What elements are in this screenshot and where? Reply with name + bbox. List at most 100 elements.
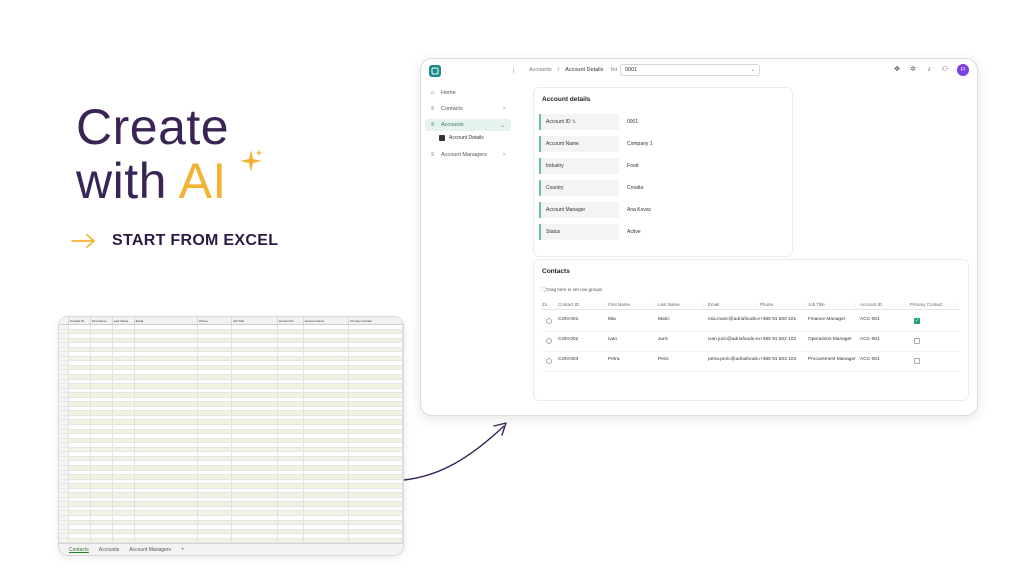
field-value-status: Active (627, 229, 641, 235)
page-icon (439, 135, 445, 141)
column-header-primary-contact[interactable]: Primary Contact (910, 300, 960, 310)
excel-tab-contacts[interactable]: Contacts (69, 547, 89, 553)
table-row[interactable]: CON-003 Petra Peric petra.peric@adriafoo… (542, 352, 960, 372)
row-select-radio[interactable] (542, 332, 558, 351)
hero-line-1: Create (76, 99, 230, 155)
for-label: for (611, 67, 618, 73)
sidebar-item-contacts[interactable]: ≡ Contacts › (425, 103, 511, 115)
puzzle-icon[interactable]: ✥ (893, 66, 901, 74)
cell-phone: +385 91 502 102 (760, 337, 797, 342)
field-value-account-manager: Ana Kovac (627, 207, 652, 213)
breadcrumb-accounts[interactable]: Accounts (529, 67, 552, 73)
excel-thumbnail: Contact ID First Name Last Name Email Phone J… (58, 316, 404, 556)
column-header-phone[interactable]: Phone (760, 300, 808, 310)
sidebar-item-account-details[interactable]: Account Details (439, 133, 509, 143)
field-label-country: Country (539, 180, 619, 196)
sidebar: ⌂ Home ≡ Contacts › ≡ Accounts ⌄ Account… (421, 83, 513, 415)
start-from-excel-link[interactable]: START FROM EXCEL (70, 232, 278, 250)
excel-header-row: Contact ID First Name Last Name Email Phone J… (59, 317, 403, 325)
sidebar-item-account-managers[interactable]: ≡ Account Managers › (425, 149, 511, 161)
field-value-account-id: 0001 (627, 119, 639, 125)
excel-add-sheet-button[interactable]: + (181, 547, 185, 553)
field-label-status: Status (539, 224, 619, 240)
sidebar-item-home[interactable]: ⌂ Home (425, 87, 511, 99)
chevron-right-icon: › (503, 152, 505, 158)
cell-last-name: Peric (658, 357, 669, 362)
cell-account-id: ACC-001 (860, 337, 880, 342)
column-header-job-title[interactable]: Job Title (808, 300, 860, 310)
excel-column-header: Account Name (304, 317, 350, 324)
sidebar-item-label: Account Details (449, 135, 484, 141)
chevron-right-icon: › (503, 106, 505, 112)
excel-column-header: Email (135, 317, 199, 324)
hero-line-2: with AI (76, 154, 229, 208)
excel-column-header: Account ID (278, 317, 304, 324)
row-select-radio[interactable] (542, 312, 558, 331)
cell-primary-contact: ✓ (910, 312, 960, 331)
cell-email: petra.peric@adriafoods.example (708, 357, 760, 362)
primary-contact-checkbox[interactable]: ✓ (914, 318, 920, 324)
column-header-contact-id[interactable]: Contact ID (558, 300, 608, 310)
breadcrumb: Accounts / Account Details (529, 67, 603, 73)
cell-email: mia.maric@adriafoods.example (708, 317, 760, 322)
app-logo-icon[interactable] (429, 65, 441, 77)
table-row[interactable]: CON-001 Mia Maric mia.maric@adriafoods.e… (542, 312, 960, 332)
cell-account-id: ACC-001 (860, 317, 880, 322)
people-icon[interactable]: ⚇ (941, 66, 949, 74)
sidebar-divider: | (513, 68, 515, 74)
chevron-down-icon: ⌄ (499, 122, 505, 129)
excel-column-header: Contact ID (69, 317, 91, 324)
row-select-radio[interactable] (542, 352, 558, 371)
excel-grid: Contact ID First Name Last Name Email Phone J… (59, 317, 403, 543)
list-icon: ≡ (430, 105, 435, 112)
excel-column-header: Primary Contact (349, 317, 403, 324)
column-header-email[interactable]: Email (708, 300, 760, 310)
cta-label: START FROM EXCEL (112, 232, 279, 249)
column-header-last-name[interactable]: Last Name (658, 300, 708, 310)
sidebar-item-label: Account Managers (441, 152, 487, 158)
contacts-title: Contacts (542, 268, 570, 275)
cell-contact-id: CON-003 (558, 357, 579, 362)
column-header-first-name[interactable]: First Name (608, 300, 658, 310)
cell-first-name: Mia (608, 317, 616, 322)
hero-title: Create with AI (76, 100, 229, 208)
cell-contact-id: CON-001 (558, 317, 579, 322)
cell-contact-id: CON-002 (558, 337, 579, 342)
cell-first-name: Ivan (608, 337, 618, 342)
sidebar-item-accounts[interactable]: ≡ Accounts ⌄ (425, 119, 511, 131)
list-icon: ≡ (430, 121, 435, 128)
sidebar-item-label: Accounts (441, 122, 464, 128)
column-header-select[interactable]: Zo (542, 300, 558, 310)
contacts-card: Contacts ⛶ Drag here to set row groups Z… (533, 259, 969, 401)
microphone-icon[interactable]: ♪ (925, 66, 933, 74)
avatar[interactable]: FI (957, 64, 969, 76)
cell-primary-contact (910, 352, 960, 371)
cell-job-title: Operations Manager (808, 337, 852, 342)
cell-last-name: Juric (658, 337, 669, 342)
sidebar-item-label: Home (441, 90, 456, 96)
cell-last-name: Maric (658, 317, 670, 322)
record-select[interactable]: 0001 ⌄ (620, 64, 760, 76)
excel-column-header: Last Name (113, 317, 135, 324)
gear-icon[interactable]: ✲ (909, 66, 917, 74)
table-row[interactable]: CON-002 Ivan Juric ivan.juric@adriafoods… (542, 332, 960, 352)
cell-first-name: Petra (608, 357, 620, 362)
breadcrumb-current: Account Details (565, 67, 604, 73)
contacts-table-header: Zo Contact ID First Name Last Name Email… (542, 300, 960, 310)
excel-tab-accounts[interactable]: Accounts (99, 547, 120, 553)
cell-email: ivan.juric@adriafoods.example (708, 337, 760, 342)
breadcrumb-separator: / (557, 67, 560, 73)
primary-contact-checkbox[interactable] (914, 338, 920, 344)
excel-column-header (59, 317, 69, 324)
list-icon: ≡ (430, 151, 435, 158)
sidebar-item-label: Contacts (441, 106, 463, 112)
column-header-account-id[interactable]: Account ID (860, 300, 910, 310)
excel-column-header: Phone (198, 317, 232, 324)
cell-job-title: Finance Manager (808, 317, 846, 322)
primary-contact-checkbox[interactable] (914, 358, 920, 364)
home-icon: ⌂ (430, 89, 435, 96)
field-label-account-manager: Account Manager (539, 202, 619, 218)
excel-tab-account-managers[interactable]: Account Managers (129, 547, 171, 553)
field-value-industry: Food (627, 163, 639, 169)
row-group-dropzone[interactable]: ⛶ Drag here to set row groups (542, 287, 602, 292)
